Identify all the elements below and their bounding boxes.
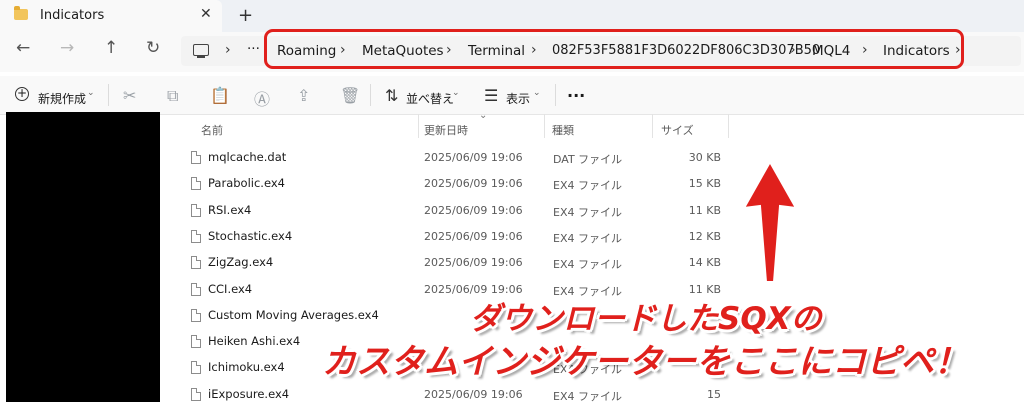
- file-name[interactable]: Stochastic.ex4: [208, 229, 292, 243]
- up-icon[interactable]: ↑: [104, 38, 118, 58]
- file-icon: [191, 388, 201, 401]
- file-name[interactable]: mqlcache.dat: [208, 150, 286, 164]
- sort-icon[interactable]: ⇅: [385, 86, 398, 105]
- tab-title: Indicators: [40, 8, 105, 23]
- file-type: EX4 ファイル: [553, 258, 622, 271]
- file-name[interactable]: ZigZag.ex4: [208, 255, 273, 269]
- computer-icon[interactable]: [193, 44, 209, 56]
- file-size: 12 KB: [688, 230, 721, 243]
- computer-icon-stand: [197, 56, 205, 58]
- view-button[interactable]: 表示: [506, 90, 530, 107]
- up-arrow-annotation: [742, 160, 798, 283]
- column-header-size[interactable]: サイズ: [661, 122, 694, 138]
- toolbar-divider: [108, 84, 109, 106]
- chevron-down-icon[interactable]: ⌄: [87, 88, 95, 98]
- file-date: 2025/06/09 19:06: [424, 256, 523, 269]
- file-icon: [191, 283, 201, 296]
- file-date: 2025/06/09 19:06: [424, 177, 523, 190]
- copy-icon[interactable]: ⧉: [167, 86, 178, 106]
- file-icon: [191, 204, 201, 217]
- column-divider[interactable]: [418, 114, 419, 138]
- file-size: 15: [707, 388, 721, 401]
- file-name[interactable]: CCI.ex4: [208, 282, 252, 296]
- folder-icon: [14, 6, 28, 20]
- file-size: 15 KB: [688, 177, 721, 190]
- chevron-down-icon[interactable]: ⌄: [533, 88, 541, 98]
- file-name[interactable]: iExposure.ex4: [208, 387, 289, 401]
- file-date: 2025/06/09 19:06: [424, 204, 523, 217]
- annotation-line-2: カスタムインジケーターをここにコピペ！: [322, 342, 968, 382]
- column-header-type[interactable]: 種類: [552, 122, 574, 138]
- column-divider[interactable]: [544, 114, 545, 138]
- new-icon[interactable]: +: [15, 87, 29, 101]
- file-type: EX4 ファイル: [553, 179, 622, 192]
- new-tab-icon[interactable]: +: [238, 5, 253, 26]
- column-header-name[interactable]: 名前: [201, 122, 223, 138]
- sort-button[interactable]: 並べ替え: [406, 90, 454, 107]
- file-icon: [191, 230, 201, 243]
- navigation-pane-redacted: [6, 112, 160, 402]
- file-size: 14 KB: [688, 256, 721, 269]
- file-icon: [191, 361, 201, 374]
- file-type: EX4 ファイル: [553, 206, 622, 219]
- file-icon: [191, 151, 201, 164]
- tab-indicators[interactable]: [0, 0, 222, 32]
- paste-icon[interactable]: 📋: [210, 86, 230, 105]
- breadcrumb-overflow-icon[interactable]: ···: [247, 41, 260, 57]
- file-name[interactable]: Ichimoku.ex4: [208, 360, 285, 374]
- sort-caret-icon: ⌄: [479, 110, 488, 121]
- chevron-down-icon[interactable]: ⌄: [452, 88, 460, 98]
- column-divider[interactable]: [728, 114, 729, 138]
- forward-icon[interactable]: →: [60, 38, 74, 58]
- file-icon: [191, 309, 201, 322]
- new-button[interactable]: 新規作成: [38, 90, 86, 107]
- share-icon[interactable]: ⇪: [297, 86, 310, 105]
- toolbar-divider: [370, 84, 371, 106]
- file-icon: [191, 335, 201, 348]
- file-name[interactable]: Custom Moving Averages.ex4: [208, 308, 379, 322]
- file-name[interactable]: Heiken Ashi.ex4: [208, 334, 300, 348]
- file-date: 2025/06/09 19:06: [424, 388, 523, 401]
- file-icon: [191, 177, 201, 190]
- file-size: 11 KB: [688, 204, 721, 217]
- breadcrumb-chevron-icon[interactable]: ›: [225, 42, 231, 58]
- more-options-icon[interactable]: ···: [567, 86, 585, 105]
- toolbar-divider: [555, 84, 556, 106]
- view-icon[interactable]: ☰: [484, 86, 498, 105]
- rename-icon[interactable]: Ⓐ: [254, 86, 270, 110]
- path-highlight-box: [264, 29, 964, 69]
- file-size: 30 KB: [688, 151, 721, 164]
- file-type: EX4 ファイル: [553, 232, 622, 245]
- file-name[interactable]: RSI.ex4: [208, 203, 251, 217]
- file-date: 2025/06/09 19:06: [424, 151, 523, 164]
- delete-icon[interactable]: 🗑: [340, 86, 360, 105]
- file-icon: [191, 256, 201, 269]
- annotation-line-1: ダウンロードしたSQXの: [470, 301, 822, 337]
- cut-icon[interactable]: ✂: [123, 86, 136, 105]
- refresh-icon[interactable]: ↻: [146, 38, 160, 58]
- column-divider[interactable]: [652, 114, 653, 138]
- file-name[interactable]: Parabolic.ex4: [208, 176, 285, 190]
- column-header-date[interactable]: 更新日時: [424, 122, 468, 138]
- file-type: DAT ファイル: [553, 153, 623, 166]
- back-icon[interactable]: ←: [16, 38, 30, 58]
- close-icon[interactable]: ✕: [200, 6, 212, 22]
- file-date: 2025/06/09 19:06: [424, 230, 523, 243]
